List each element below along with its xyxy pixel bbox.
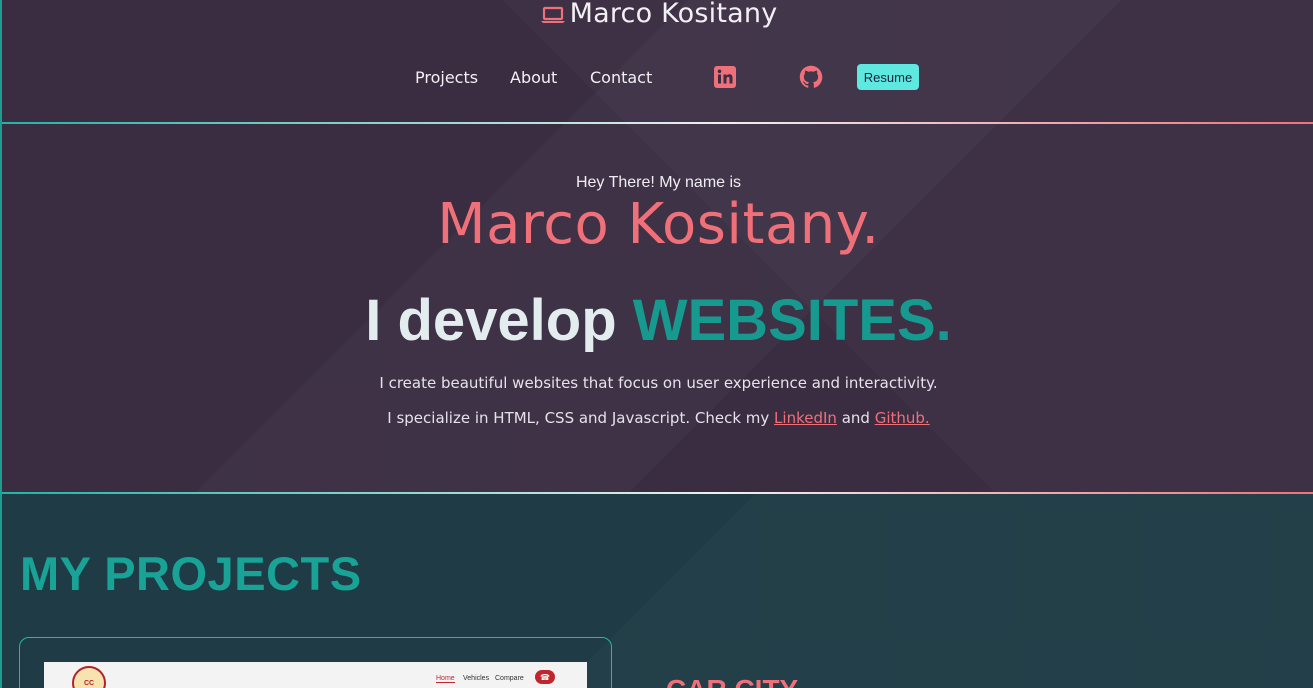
page: Marco Kositany Projects About Contact Re…: [0, 0, 1313, 688]
hero-specialties: I specialize in HTML, CSS and Javascript…: [2, 409, 1313, 427]
hero-section: Hey There! My name is Marco Kositany. I …: [2, 124, 1313, 492]
resume-button[interactable]: Resume: [857, 64, 919, 90]
thumbnail-logo: CC: [72, 666, 106, 688]
brand[interactable]: Marco Kositany: [2, 0, 1313, 29]
hero-tagline: I develop WEBSITES.: [2, 287, 1313, 354]
project-thumbnail[interactable]: CC Home Vehicles Compare ☎: [44, 662, 587, 688]
linkedin-icon[interactable]: [713, 65, 737, 89]
project-name: CAR CITY: [666, 674, 798, 688]
github-icon[interactable]: [799, 65, 823, 89]
main-nav: Projects About Contact Resume: [2, 63, 1313, 93]
thumbnail-heading: [176, 664, 179, 676]
projects-section: MY PROJECTS CC Home Vehicles Compare ☎ C…: [2, 494, 1313, 688]
hero-specialties-text: I specialize in HTML, CSS and Javascript…: [387, 409, 770, 427]
nav-link-contact[interactable]: Contact: [590, 68, 652, 87]
laptop-icon: [540, 6, 565, 23]
hero-description: I create beautiful websites that focus o…: [379, 374, 938, 392]
project-card[interactable]: CC Home Vehicles Compare ☎: [19, 637, 612, 688]
projects-title: MY PROJECTS: [20, 547, 362, 600]
nav-link-about[interactable]: About: [510, 68, 557, 87]
hero-github-link[interactable]: Github.: [875, 409, 930, 427]
hero-name: Marco Kositany.: [437, 192, 880, 257]
hero-tagline-prefix: I develop: [365, 288, 617, 353]
thumbnail-nav-vehicles: Vehicles: [463, 675, 490, 682]
hero-linkedin-link[interactable]: LinkedIn: [774, 409, 837, 427]
top-section: Marco Kositany Projects About Contact Re…: [2, 0, 1313, 493]
nav-link-projects[interactable]: Projects: [415, 68, 478, 87]
phone-icon: ☎: [535, 670, 555, 684]
hero-specialties-and: and: [841, 409, 870, 427]
site-header: Marco Kositany Projects About Contact Re…: [2, 0, 1313, 123]
brand-name: Marco Kositany: [569, 0, 778, 29]
hero-greeting: Hey There! My name is: [575, 174, 742, 191]
thumbnail-nav-home: Home: [436, 675, 455, 683]
thumbnail-nav-compare: Compare: [495, 675, 524, 682]
hero-tagline-accent: WEBSITES.: [632, 288, 952, 353]
